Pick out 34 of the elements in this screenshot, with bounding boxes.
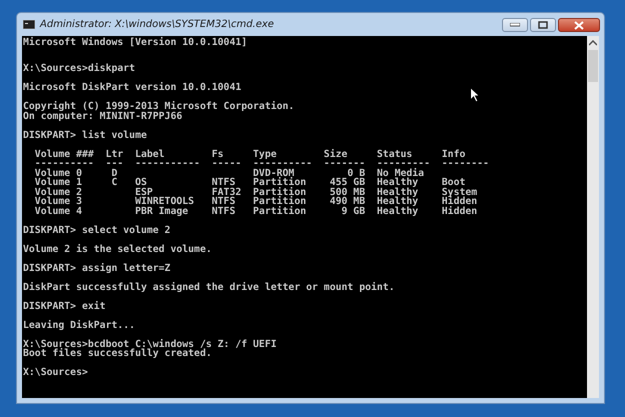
console-line: Boot files successfully created.	[23, 349, 213, 358]
scroll-thumb[interactable]	[588, 50, 598, 82]
close-icon	[574, 20, 584, 30]
close-button[interactable]	[558, 18, 600, 32]
mouse-pointer-icon	[470, 87, 480, 103]
scroll-up-icon[interactable]	[589, 40, 597, 46]
console-line: X:\Sources>bcdboot C:\windows /s Z: /f UEFI	[23, 340, 278, 349]
console-line: Volume 4 PBR Image NTFS Partition 9 GB Healthy Hidden	[34, 206, 478, 216]
console-line: Leaving DiskPart...	[23, 320, 136, 330]
console-line: ---------- --- ----------- ----- ---------- ------- --------- --------	[34, 159, 490, 168]
console-line: DISKPART> exit	[23, 302, 107, 311]
console-line: Volume 1 C OS NTFS Partition 455 GB Healthy Boot	[34, 178, 466, 188]
console-line: Volume 3 WINRETOOLS NTFS Partition 490 MB Healthy Hidden	[34, 197, 478, 206]
console-icon	[23, 20, 35, 29]
console-line: Microsoft Windows [Version 10.0.10041]	[23, 38, 248, 48]
maximize-icon	[538, 21, 548, 29]
scrollbar[interactable]	[587, 36, 599, 398]
minimize-button[interactable]	[502, 18, 528, 32]
console-line: Volume 0 D DVD-ROM 0 B No Media	[34, 168, 426, 178]
console-line: DISKPART> assign letter=Z	[23, 264, 172, 273]
console-line: Copyright (C) 1999-2013 Microsoft Corporation.	[23, 102, 296, 112]
console-line: Volume 2 is the selected volume.	[23, 244, 213, 254]
console-line: On computer: MININT-R7PPJ66	[23, 112, 184, 121]
console-line: DISKPART> select volume 2	[23, 226, 172, 235]
window-title: Administrator: X:\windows\SYSTEM32\cmd.exe	[40, 19, 275, 30]
console-line: DiskPart successfully assigned the drive letter or mount point.	[23, 282, 396, 292]
console-line: Microsoft DiskPart version 10.0.10041	[23, 83, 242, 92]
console-line: DISKPART> list volume	[23, 130, 148, 140]
maximize-button[interactable]	[530, 18, 556, 32]
console-line: X:\Sources>	[23, 368, 89, 378]
minimize-icon	[510, 23, 520, 27]
console-line: Volume 2 ESP FAT32 Partition 500 MB Healthy System	[34, 188, 478, 197]
console-line: Volume ### Ltr Label Fs Type Size Status Info	[34, 150, 466, 159]
console-line: X:\Sources>diskpart	[23, 64, 136, 74]
